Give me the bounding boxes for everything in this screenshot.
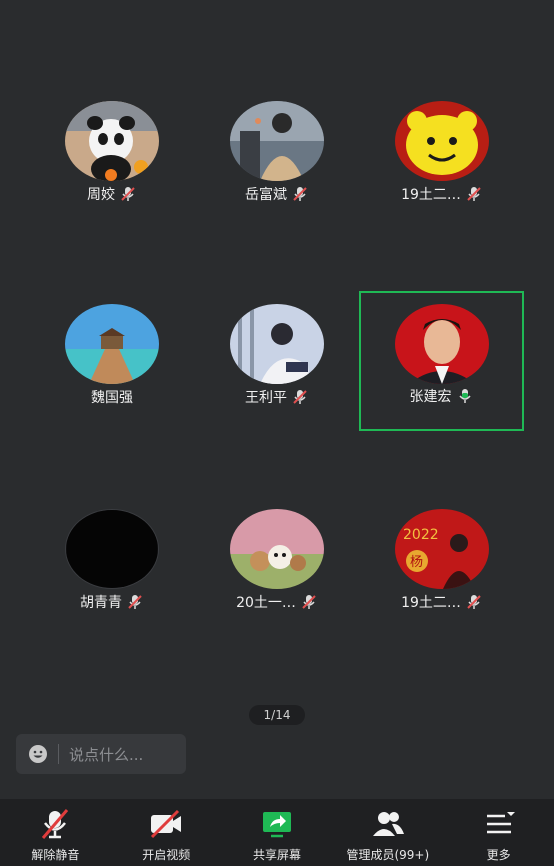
banner-year: 2022 bbox=[403, 527, 439, 543]
participant-name: 魏国强 bbox=[91, 390, 133, 406]
banner-char: 杨 bbox=[410, 555, 423, 570]
avatar: 2022 杨 bbox=[395, 509, 489, 589]
mic-muted-icon bbox=[465, 593, 483, 611]
start-video-label: 开启视频 bbox=[142, 848, 191, 862]
mic-muted-icon bbox=[300, 593, 318, 611]
participant-tile[interactable]: 周姣 bbox=[32, 91, 192, 225]
avatar bbox=[230, 509, 324, 589]
avatar bbox=[394, 304, 489, 384]
share-screen-icon bbox=[259, 806, 295, 842]
mic-muted-icon bbox=[291, 388, 309, 406]
chat-placeholder: 说点什么... bbox=[69, 745, 144, 764]
unmute-label: 解除静音 bbox=[31, 848, 80, 862]
participant-tile-speaking[interactable]: 张建宏 bbox=[359, 291, 524, 431]
participant-tile[interactable]: 岳富斌 bbox=[197, 91, 357, 225]
avatar bbox=[65, 509, 159, 589]
participant-name: 周姣 bbox=[87, 187, 115, 203]
participant-name: 胡青青 bbox=[80, 595, 122, 611]
avatar bbox=[230, 101, 324, 181]
participant-name: 岳富斌 bbox=[245, 187, 287, 203]
mic-muted-icon bbox=[465, 185, 483, 203]
manage-members-button[interactable]: 管理成员(99+) bbox=[332, 799, 443, 866]
participant-tile[interactable]: 王利平 bbox=[197, 294, 357, 428]
emoji-icon[interactable] bbox=[28, 744, 48, 764]
meeting-toolbar: 解除静音 开启视频 共享屏幕 管理成员(99+) 更多 bbox=[0, 799, 554, 866]
participant-tile[interactable]: 2022 杨 19土二… bbox=[362, 499, 522, 633]
mic-muted-icon bbox=[291, 185, 309, 203]
camera-off-icon bbox=[148, 806, 184, 842]
start-video-button[interactable]: 开启视频 bbox=[111, 799, 222, 866]
participant-name: 19土二… bbox=[401, 595, 461, 611]
share-screen-button[interactable]: 共享屏幕 bbox=[222, 799, 333, 866]
chat-input[interactable]: 说点什么... bbox=[16, 734, 186, 774]
participant-name: 张建宏 bbox=[409, 389, 452, 405]
avatar bbox=[65, 304, 159, 384]
avatar bbox=[65, 101, 159, 181]
page-indicator[interactable]: 1/14 bbox=[249, 705, 305, 725]
mic-muted-icon bbox=[126, 593, 144, 611]
members-icon bbox=[370, 806, 406, 842]
participant-tile[interactable]: 19土二… bbox=[362, 91, 522, 225]
mic-muted-icon bbox=[119, 185, 137, 203]
avatar bbox=[395, 101, 489, 181]
participant-tile[interactable]: 胡青青 bbox=[32, 499, 192, 633]
mic-off-icon bbox=[37, 806, 73, 842]
avatar bbox=[230, 304, 324, 384]
share-screen-label: 共享屏幕 bbox=[252, 848, 301, 862]
participant-name: 王利平 bbox=[245, 390, 287, 406]
participant-tile[interactable]: 魏国强 bbox=[32, 294, 192, 428]
participant-name: 19土二… bbox=[401, 187, 461, 203]
more-label: 更多 bbox=[486, 848, 511, 862]
participant-tile[interactable]: 20土一… bbox=[197, 499, 357, 633]
manage-members-label: 管理成员(99+) bbox=[346, 848, 430, 862]
menu-more-icon bbox=[481, 806, 517, 842]
more-button[interactable]: 更多 bbox=[443, 799, 554, 866]
divider bbox=[58, 744, 59, 764]
mic-active-icon bbox=[456, 387, 474, 405]
participant-name: 20土一… bbox=[236, 595, 296, 611]
unmute-button[interactable]: 解除静音 bbox=[0, 799, 111, 866]
